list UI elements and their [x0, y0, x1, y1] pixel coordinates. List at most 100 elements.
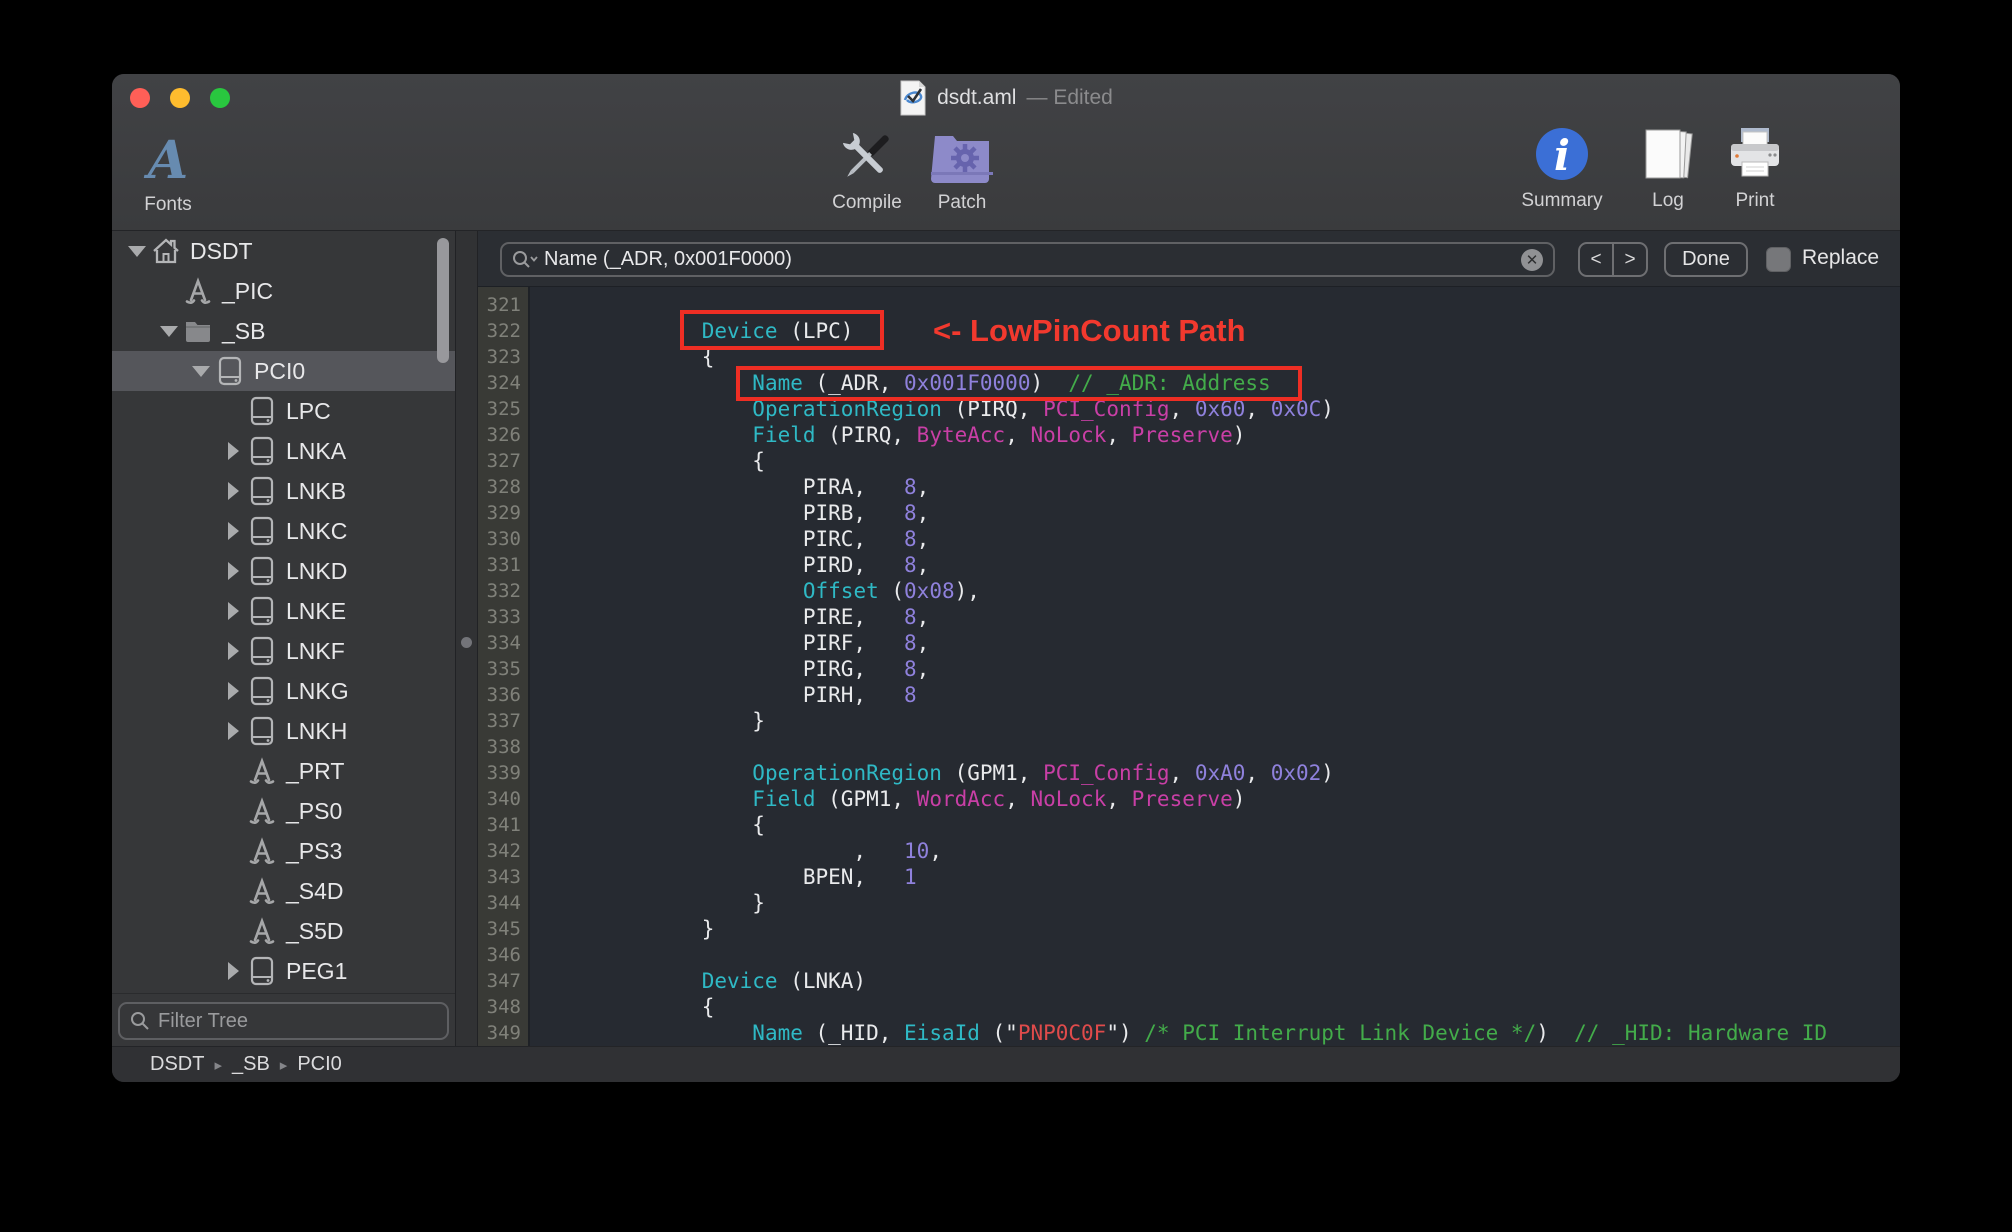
summary-label: Summary [1521, 190, 1603, 211]
disclosure-right-icon[interactable] [222, 682, 244, 700]
disclosure-right-icon[interactable] [222, 442, 244, 460]
line-number: 348 [486, 996, 521, 1018]
breadcrumb-separator-icon: ▸ [279, 1056, 288, 1074]
code-line-326: Field (PIRQ, ByteAcc, NoLock, Preserve) [752, 423, 1246, 447]
patch-label: Patch [937, 192, 987, 213]
print-label: Print [1735, 190, 1775, 211]
print-icon [1731, 128, 1779, 177]
tree-item-lpc[interactable]: LPC [112, 391, 455, 431]
find-next-button[interactable]: > [1614, 244, 1646, 275]
annotation-box-name-adr [736, 366, 1302, 401]
folder-icon [182, 315, 214, 347]
fonts-button[interactable]: A Fonts [128, 132, 208, 216]
filter-placeholder: Filter Tree [158, 1009, 249, 1032]
disclosure-right-icon[interactable] [222, 642, 244, 660]
tree-item-lnkb[interactable]: LNKB [112, 471, 455, 511]
disclosure-right-icon[interactable] [222, 722, 244, 740]
tree-item-label: LNKG [286, 677, 349, 704]
log-pages-icon [1645, 129, 1693, 179]
window-edited-state: — Edited [1026, 86, 1113, 109]
disclosure-right-icon[interactable] [222, 602, 244, 620]
disclosure-right-icon[interactable] [222, 482, 244, 500]
disclosure-right-icon[interactable] [222, 962, 244, 980]
find-query-text: Name (_ADR, 0x001F0000) [544, 248, 792, 270]
titlebar[interactable]: dsdt.aml — Edited [112, 74, 1900, 124]
line-number: 344 [486, 892, 521, 914]
tree-item-dsdt[interactable]: DSDT [112, 231, 455, 271]
device-icon [246, 475, 278, 507]
summary-button[interactable]: i Summary [1512, 126, 1612, 212]
code-line-334: PIRF, 8, [550, 631, 930, 655]
log-button[interactable]: Log [1628, 126, 1708, 212]
breadcrumb-dsdt[interactable]: DSDT [150, 1053, 204, 1076]
disclosure-down-icon[interactable] [126, 245, 148, 257]
device-icon [246, 395, 278, 427]
clear-search-icon[interactable]: ✕ [1521, 248, 1543, 271]
tree-item-_s4d[interactable]: _S4D [112, 871, 455, 911]
done-button[interactable]: Done [1664, 242, 1748, 277]
code-line-341: { [550, 813, 765, 837]
code-line-348: { [550, 995, 715, 1019]
tree-item-lnkg[interactable]: LNKG [112, 671, 455, 711]
line-number: 329 [486, 502, 521, 524]
line-number: 325 [486, 398, 521, 420]
sidebar-scrollbar[interactable] [437, 238, 449, 363]
method-icon [246, 875, 278, 907]
compile-icon [842, 132, 889, 177]
tree-item-_pic[interactable]: _PIC [112, 271, 455, 311]
pane-splitter[interactable] [455, 231, 478, 1046]
tree-item-lnke[interactable]: LNKE [112, 591, 455, 631]
breadcrumb-pci0[interactable]: PCI0 [297, 1053, 341, 1076]
device-icon [246, 635, 278, 667]
editor-pane: Name (_ADR, 0x001F0000) ✕ < > Done Repla… [478, 231, 1900, 1046]
tree-item-_prt[interactable]: _PRT [112, 751, 455, 791]
tree-item-_sb[interactable]: _SB [112, 311, 455, 351]
code-line-330: PIRC, 8, [550, 527, 930, 551]
compile-button[interactable]: Compile [822, 126, 912, 214]
device-icon [246, 435, 278, 467]
tree-item-lnkd[interactable]: LNKD [112, 551, 455, 591]
disclosure-right-icon[interactable] [222, 562, 244, 580]
disclosure-right-icon[interactable] [222, 522, 244, 540]
device-icon [246, 715, 278, 747]
tree-item-label: DSDT [190, 237, 253, 264]
search-menu-icon [513, 250, 538, 268]
replace-label: Replace [1802, 246, 1880, 269]
patch-button[interactable]: Patch [917, 126, 1007, 214]
tree-item-pci0[interactable]: PCI0 [112, 351, 455, 391]
disclosure-down-icon[interactable] [190, 365, 212, 377]
tree-item-peg1[interactable]: PEG1 [112, 951, 455, 991]
summary-info-icon: i [1536, 128, 1588, 180]
code-line-335: PIRG, 8, [550, 657, 930, 681]
find-previous-button[interactable]: < [1580, 244, 1614, 275]
tree-item-label: _PS3 [286, 837, 343, 864]
tree-item-lnkc[interactable]: LNKC [112, 511, 455, 551]
line-number: 324 [486, 372, 521, 394]
window-chrome: dsdt.aml — Edited A Fonts Compile Patch … [112, 74, 1900, 231]
method-icon [246, 795, 278, 827]
disclosure-down-icon[interactable] [158, 325, 180, 337]
tree-item-label: LNKH [286, 717, 348, 744]
line-number: 339 [486, 762, 521, 784]
tree-item-_ps3[interactable]: _PS3 [112, 831, 455, 871]
find-input[interactable]: Name (_ADR, 0x001F0000) ✕ [500, 242, 1555, 277]
line-number: 327 [486, 450, 521, 472]
tree-item-lnkf[interactable]: LNKF [112, 631, 455, 671]
line-number: 336 [486, 684, 521, 706]
code-line-333: PIRE, 8, [550, 605, 930, 629]
device-icon [214, 355, 246, 387]
tree-item-lnkh[interactable]: LNKH [112, 711, 455, 751]
code-view[interactable]: 321 322 323 324 325 326 327 328 329 330 331 332 333 3… [478, 287, 1900, 1046]
line-number: 322 [486, 320, 521, 342]
tree-item-_s5d[interactable]: _S5D [112, 911, 455, 951]
line-number: 334 [486, 632, 521, 654]
filter-tree-input[interactable]: Filter Tree [118, 1002, 449, 1040]
svg-text:A: A [143, 132, 188, 190]
tree-item-label: LNKA [286, 437, 347, 464]
replace-checkbox[interactable] [1766, 247, 1791, 272]
print-button[interactable]: Print [1710, 126, 1800, 212]
breadcrumb-sb[interactable]: _SB [232, 1053, 270, 1076]
tree-item-_ps0[interactable]: _PS0 [112, 791, 455, 831]
tree-item-lnka[interactable]: LNKA [112, 431, 455, 471]
